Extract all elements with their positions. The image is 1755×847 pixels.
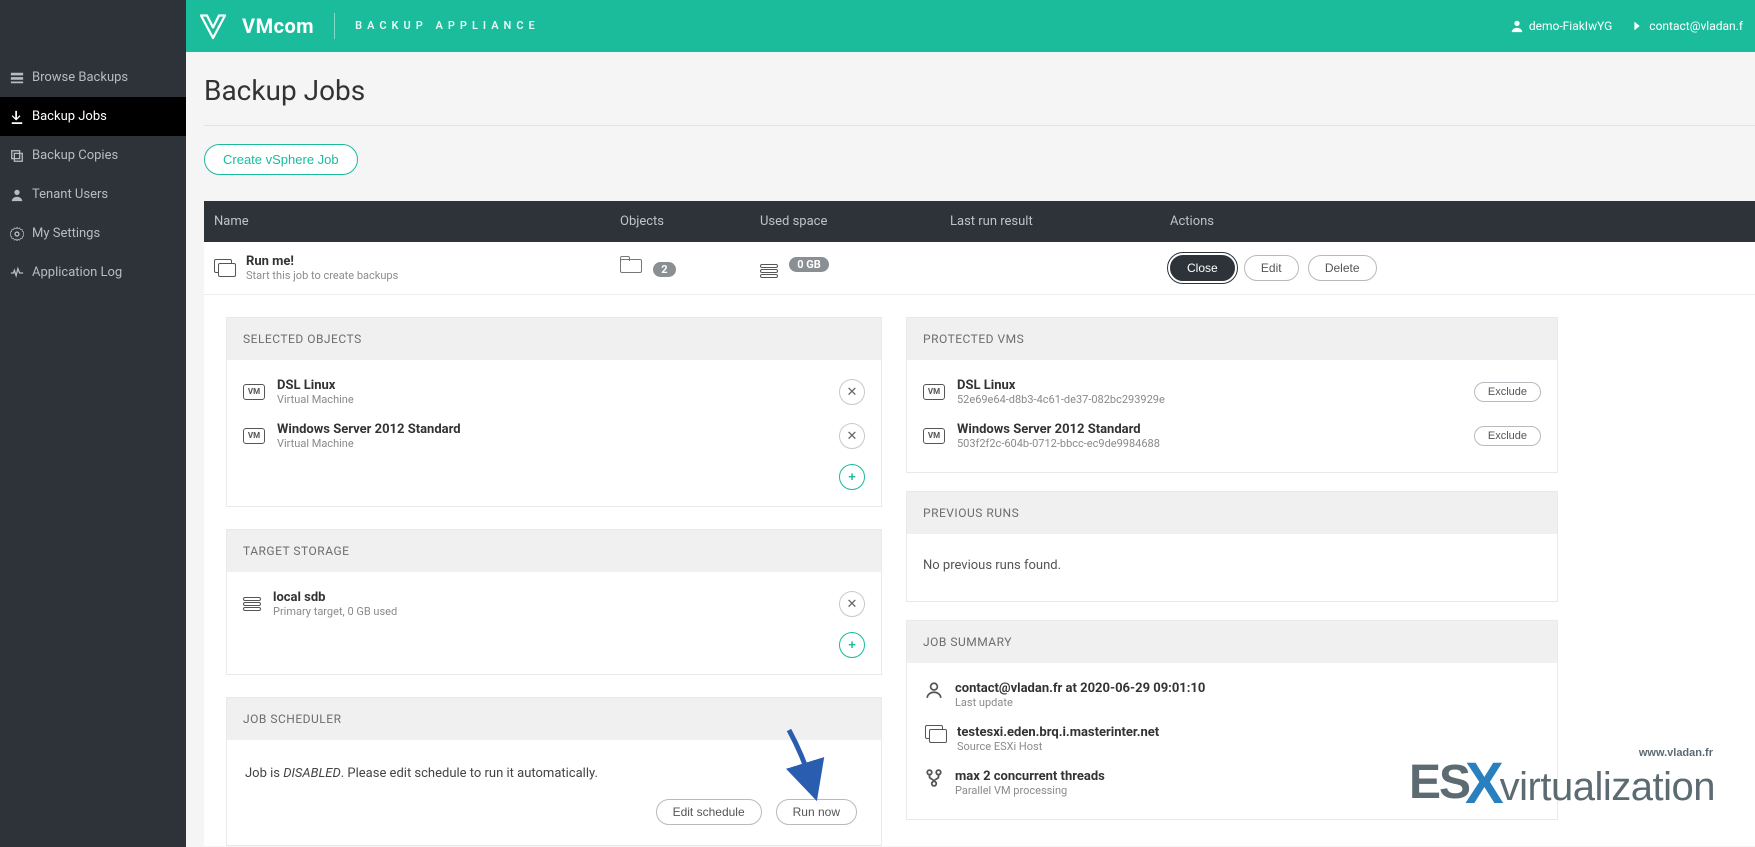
list-icon [10, 71, 24, 85]
heartbeat-icon [10, 266, 24, 280]
list-item: local sdb Primary target, 0 GB used ✕ [241, 582, 867, 626]
panel-heading: JOB SUMMARY [907, 621, 1557, 663]
sidebar-item-my-settings[interactable]: My Settings [0, 214, 186, 253]
jobs-table: Name Objects Used space Last run result … [204, 201, 1755, 846]
panel-heading: TARGET STORAGE [227, 530, 881, 572]
vm-icon: VM [923, 384, 945, 400]
caret-right-icon [1630, 19, 1644, 33]
list-item: VM Windows Server 2012 Standard Virtual … [241, 414, 867, 458]
watermark: www.vladan.fr ES X virtualization [1409, 759, 1715, 807]
col-used: Used space [760, 214, 950, 229]
sidebar-item-browse-backups[interactable]: Browse Backups [0, 58, 186, 97]
table-row[interactable]: Run me! Start this job to create backups… [204, 242, 1755, 295]
job-scheduler-panel: JOB SCHEDULER Job is DISABLED. Please ed… [226, 697, 882, 846]
sidebar-item-label: Tenant Users [32, 187, 108, 202]
create-vsphere-job-button[interactable]: Create vSphere Job [204, 144, 358, 175]
vm-icon: VM [923, 428, 945, 444]
list-item: VM DSL Linux Virtual Machine ✕ [241, 370, 867, 414]
panel-heading: PREVIOUS RUNS [907, 492, 1557, 534]
col-name: Name [214, 214, 620, 229]
demo-user[interactable]: demo-FiakIwYG [1510, 19, 1612, 33]
brand-separator [334, 13, 335, 39]
sidebar-item-label: Backup Copies [32, 148, 118, 163]
vm-icon: VM [243, 428, 265, 444]
sidebar-item-backup-jobs[interactable]: Backup Jobs [0, 97, 186, 136]
user-icon [1510, 19, 1524, 33]
sidebar-item-label: Application Log [32, 265, 122, 280]
download-icon [10, 110, 24, 124]
page-title: Backup Jobs [204, 74, 1755, 107]
add-object-button[interactable]: + [839, 464, 865, 490]
selected-objects-panel: SELECTED OBJECTS VM DSL Linux Virtual Ma… [226, 317, 882, 507]
job-icon [214, 259, 234, 277]
col-actions: Actions [1170, 214, 1745, 229]
run-now-button[interactable]: Run now [776, 799, 857, 825]
sidebar-item-label: My Settings [32, 226, 100, 241]
sidebar-item-backup-copies[interactable]: Backup Copies [0, 136, 186, 175]
brand-subtitle: BACKUP APPLIANCE [355, 19, 540, 32]
logo-icon [198, 11, 228, 41]
job-name: Run me! [246, 254, 398, 269]
user-icon [10, 188, 24, 202]
list-item: VM Windows Server 2012 Standard 503f2f2c… [921, 414, 1543, 458]
remove-storage-button[interactable]: ✕ [839, 591, 865, 617]
table-header: Name Objects Used space Last run result … [204, 201, 1755, 242]
topbar: VMcom BACKUP APPLIANCE demo-FiakIwYG con… [186, 0, 1755, 52]
target-storage-panel: TARGET STORAGE local sdb Primary target,… [226, 529, 882, 675]
sidebar-item-label: Browse Backups [32, 70, 128, 85]
used-space-badge: 0 GB [789, 257, 829, 272]
scheduler-status-text: Job is DISABLED. Please edit schedule to… [241, 750, 867, 799]
folder-icon [620, 259, 642, 273]
exclude-button[interactable]: Exclude [1474, 382, 1541, 402]
annotation-arrow-icon [781, 726, 821, 786]
sidebar-item-tenant-users[interactable]: Tenant Users [0, 175, 186, 214]
sidebar-item-label: Backup Jobs [32, 109, 107, 124]
gear-icon [10, 227, 24, 241]
exclude-button[interactable]: Exclude [1474, 426, 1541, 446]
database-icon [760, 264, 778, 278]
summary-row: testesxi.eden.brq.i.masterinter.net Sour… [921, 717, 1543, 761]
branch-icon [925, 769, 943, 791]
panel-heading: PROTECTED VMS [907, 318, 1557, 360]
edit-schedule-button[interactable]: Edit schedule [656, 799, 762, 825]
close-button[interactable]: Close [1170, 255, 1235, 281]
edit-button[interactable]: Edit [1244, 255, 1299, 281]
database-icon [243, 597, 261, 611]
remove-object-button[interactable]: ✕ [839, 423, 865, 449]
previous-runs-panel: PREVIOUS RUNS No previous runs found. [906, 491, 1558, 602]
copy-icon [10, 149, 24, 163]
sidebar: Browse Backups Backup Jobs Backup Copies… [0, 0, 186, 847]
add-storage-button[interactable]: + [839, 632, 865, 658]
remove-object-button[interactable]: ✕ [839, 379, 865, 405]
user-outline-icon [925, 681, 943, 703]
delete-button[interactable]: Delete [1308, 255, 1377, 281]
panel-heading: SELECTED OBJECTS [227, 318, 881, 360]
previous-runs-empty: No previous runs found. [921, 544, 1543, 587]
list-item: VM DSL Linux 52e69e64-d8b3-4c61-de37-082… [921, 370, 1543, 414]
divider [204, 125, 1755, 126]
vm-icon: VM [243, 384, 265, 400]
host-icon [925, 725, 945, 743]
col-last: Last run result [950, 214, 1170, 229]
contact-link[interactable]: contact@vladan.f [1630, 19, 1743, 33]
sidebar-item-application-log[interactable]: Application Log [0, 253, 186, 292]
object-count-badge: 2 [653, 262, 675, 277]
summary-row: contact@vladan.fr at 2020-06-29 09:01:10… [921, 673, 1543, 717]
brand-name: VMcom [242, 14, 314, 38]
job-hint: Start this job to create backups [246, 269, 398, 282]
protected-vms-panel: PROTECTED VMS VM DSL Linux 52e69e64-d8b3… [906, 317, 1558, 473]
col-objects: Objects [620, 214, 760, 229]
